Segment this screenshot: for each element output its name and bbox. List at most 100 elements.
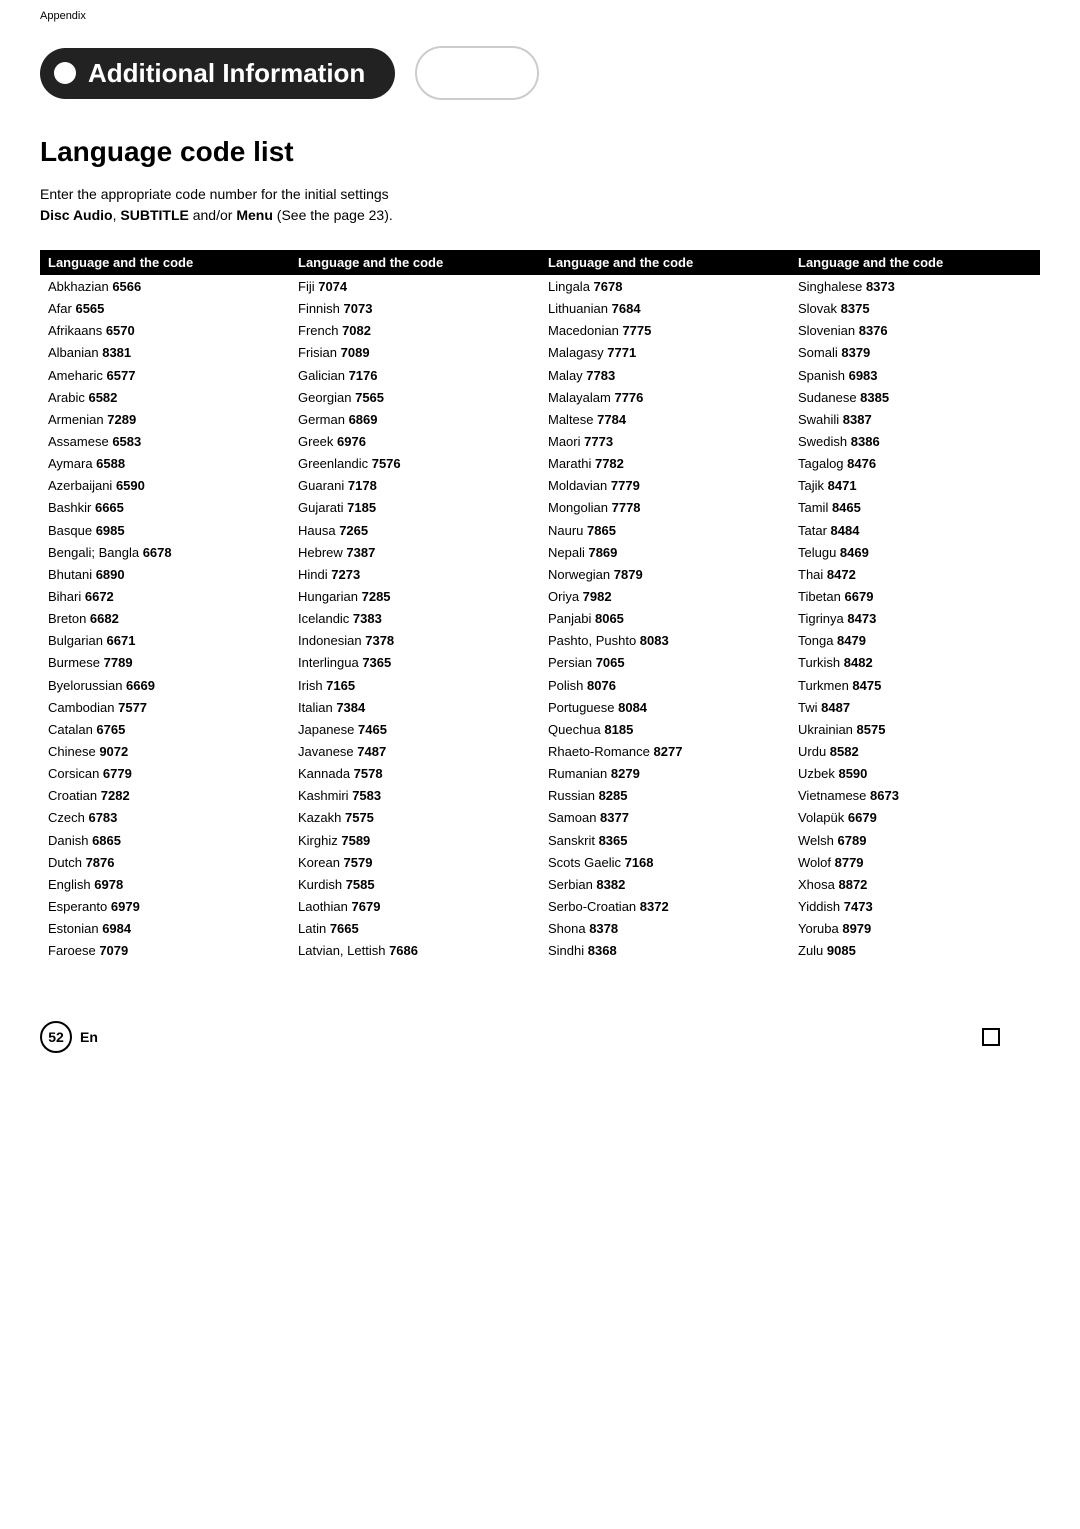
table-cell: Shona 8378 xyxy=(540,917,790,939)
table-cell: Lingala 7678 xyxy=(540,275,790,297)
table-cell: Bulgarian 6671 xyxy=(40,629,290,651)
language-label: En xyxy=(80,1029,98,1045)
list-item: Serbian 8382 xyxy=(548,875,782,895)
table-cell: Japanese 7465 xyxy=(290,718,540,740)
table-cell: Vietnamese 8673 xyxy=(790,784,1040,806)
table-cell: Polish 8076 xyxy=(540,674,790,696)
table-cell: Malagasy 7771 xyxy=(540,341,790,363)
list-item: Hebrew 7387 xyxy=(298,543,532,563)
list-item: Estonian 6984 xyxy=(48,919,282,939)
table-cell: Hausa 7265 xyxy=(290,519,540,541)
list-item: Burmese 7789 xyxy=(48,653,282,673)
list-item: Czech 6783 xyxy=(48,808,282,828)
list-item: Uzbek 8590 xyxy=(798,764,1032,784)
list-item: Slovenian 8376 xyxy=(798,321,1032,341)
empty-pill xyxy=(415,46,539,100)
list-item: Welsh 6789 xyxy=(798,831,1032,851)
list-item: French 7082 xyxy=(298,321,532,341)
table-cell: Breton 6682 xyxy=(40,607,290,629)
table-cell: Tatar 8484 xyxy=(790,519,1040,541)
list-item: Albanian 8381 xyxy=(48,343,282,363)
language-table: Language and the code Language and the c… xyxy=(40,250,1040,961)
list-item: Twi 8487 xyxy=(798,698,1032,718)
table-cell: Latvian, Lettish 7686 xyxy=(290,939,540,961)
table-cell: Quechua 8185 xyxy=(540,718,790,740)
list-item: Abkhazian 6566 xyxy=(48,277,282,297)
table-cell: Persian 7065 xyxy=(540,651,790,673)
table-cell: Bengali; Bangla 6678 xyxy=(40,541,290,563)
list-item: Turkmen 8475 xyxy=(798,676,1032,696)
list-item: Croatian 7282 xyxy=(48,786,282,806)
list-item: Tagalog 8476 xyxy=(798,454,1032,474)
table-cell: Chinese 9072 xyxy=(40,740,290,762)
table-cell: Oriya 7982 xyxy=(540,585,790,607)
table-cell: Thai 8472 xyxy=(790,563,1040,585)
list-item: Italian 7384 xyxy=(298,698,532,718)
table-cell: German 6869 xyxy=(290,408,540,430)
table-cell: Azerbaijani 6590 xyxy=(40,474,290,496)
table-cell: Icelandic 7383 xyxy=(290,607,540,629)
table-cell: Swedish 8386 xyxy=(790,430,1040,452)
list-item: Basque 6985 xyxy=(48,521,282,541)
list-item: Assamese 6583 xyxy=(48,432,282,452)
list-item: Zulu 9085 xyxy=(798,941,1032,961)
list-item: Javanese 7487 xyxy=(298,742,532,762)
list-item: Pashto, Pushto 8083 xyxy=(548,631,782,651)
table-cell: Slovenian 8376 xyxy=(790,319,1040,341)
table-cell: Hindi 7273 xyxy=(290,563,540,585)
page-title: Language code list xyxy=(40,136,1040,168)
table-cell: Laothian 7679 xyxy=(290,895,540,917)
list-item: Bihari 6672 xyxy=(48,587,282,607)
list-item: Singhalese 8373 xyxy=(798,277,1032,297)
list-item: Samoan 8377 xyxy=(548,808,782,828)
table-cell: Russian 8285 xyxy=(540,784,790,806)
table-cell: Tajik 8471 xyxy=(790,474,1040,496)
table-cell: Fiji 7074 xyxy=(290,275,540,297)
list-item: Somali 8379 xyxy=(798,343,1032,363)
list-item: Vietnamese 8673 xyxy=(798,786,1032,806)
col-header-3: Language and the code xyxy=(540,250,790,275)
list-item: Dutch 7876 xyxy=(48,853,282,873)
list-item: Quechua 8185 xyxy=(548,720,782,740)
list-item: Corsican 6779 xyxy=(48,764,282,784)
table-cell: Basque 6985 xyxy=(40,519,290,541)
table-cell: Turkish 8482 xyxy=(790,651,1040,673)
list-item: Tibetan 6679 xyxy=(798,587,1032,607)
table-cell: Moldavian 7779 xyxy=(540,474,790,496)
table-cell: Interlingua 7365 xyxy=(290,651,540,673)
list-item: Turkish 8482 xyxy=(798,653,1032,673)
table-cell: Bihari 6672 xyxy=(40,585,290,607)
table-cell: Rumanian 8279 xyxy=(540,762,790,784)
table-cell: Macedonian 7775 xyxy=(540,319,790,341)
appendix-label: Appendix xyxy=(40,10,86,22)
list-item: Catalan 6765 xyxy=(48,720,282,740)
list-item: Moldavian 7779 xyxy=(548,476,782,496)
table-cell: Greek 6976 xyxy=(290,430,540,452)
table-cell: Burmese 7789 xyxy=(40,651,290,673)
table-cell: Tonga 8479 xyxy=(790,629,1040,651)
list-item: Serbo-Croatian 8372 xyxy=(548,897,782,917)
table-cell: Yiddish 7473 xyxy=(790,895,1040,917)
list-item: Mongolian 7778 xyxy=(548,498,782,518)
table-cell: Yoruba 8979 xyxy=(790,917,1040,939)
table-cell: Slovak 8375 xyxy=(790,297,1040,319)
list-item: Sindhi 8368 xyxy=(548,941,782,961)
table-cell: Croatian 7282 xyxy=(40,784,290,806)
list-item: Wolof 8779 xyxy=(798,853,1032,873)
table-cell: Albanian 8381 xyxy=(40,341,290,363)
list-item: Persian 7065 xyxy=(548,653,782,673)
footer: 52 En xyxy=(0,1021,1080,1053)
list-item: Maori 7773 xyxy=(548,432,782,452)
table-cell: Dutch 7876 xyxy=(40,851,290,873)
list-item: Indonesian 7378 xyxy=(298,631,532,651)
list-item: Nauru 7865 xyxy=(548,521,782,541)
table-cell: Javanese 7487 xyxy=(290,740,540,762)
list-item: Latvian, Lettish 7686 xyxy=(298,941,532,961)
list-item: Hungarian 7285 xyxy=(298,587,532,607)
page-number: 52 xyxy=(40,1021,72,1053)
list-item: Breton 6682 xyxy=(48,609,282,629)
list-item: Malagasy 7771 xyxy=(548,343,782,363)
list-item: Sanskrit 8365 xyxy=(548,831,782,851)
table-cell: Georgian 7565 xyxy=(290,386,540,408)
table-cell: Lithuanian 7684 xyxy=(540,297,790,319)
